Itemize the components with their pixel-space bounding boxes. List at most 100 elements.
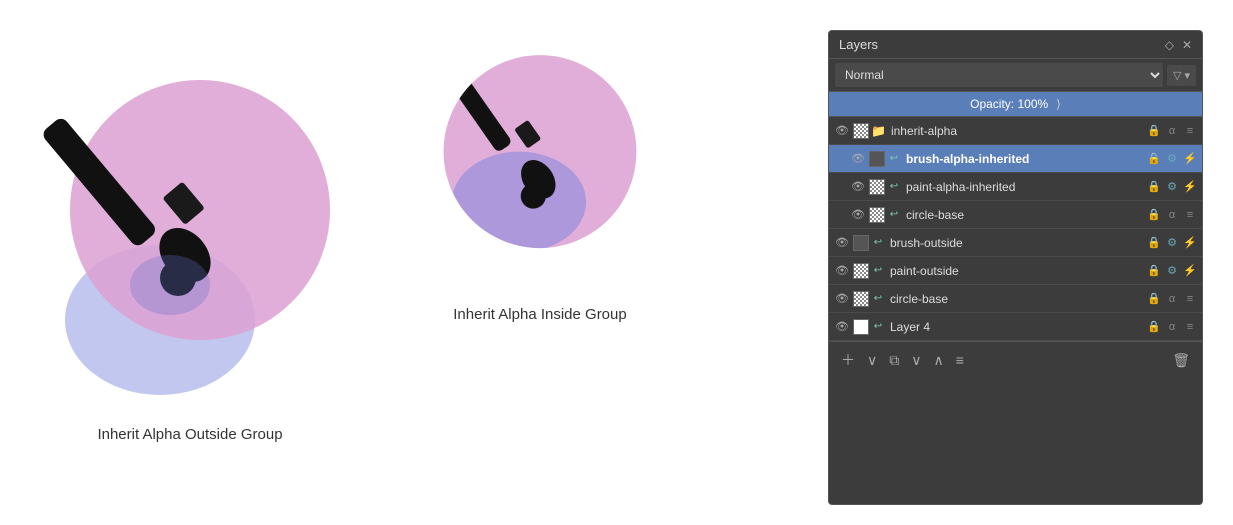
alpha-icon-0: α	[1164, 123, 1180, 139]
toolbar-left: ＋ ∨ ⧉ ∨ ∧ ≡	[837, 348, 968, 372]
move-down-button[interactable]: ∨	[907, 350, 925, 371]
layer-actions-5: 🔒 ⚙ ⚡	[1146, 263, 1198, 279]
panel-settings-icon[interactable]: ◇	[1165, 38, 1174, 52]
layer-actions-2: 🔒 ⚙ ⚡	[1146, 179, 1198, 195]
move-up-button[interactable]: ∧	[930, 350, 948, 371]
layer-name-1: brush-alpha-inherited	[906, 152, 1144, 166]
right-svg	[410, 30, 670, 290]
panel-header-icons: ◇ ✕	[1165, 38, 1192, 52]
fx-icon-1: ⚙	[1164, 151, 1180, 167]
thumb-6	[853, 291, 869, 307]
inherit-icon-7: ↩	[871, 320, 885, 334]
panel-toolbar: ＋ ∨ ⧉ ∨ ∧ ≡ 🗑	[829, 341, 1202, 378]
right-canvas	[410, 30, 670, 290]
layers-panel: Layers ◇ ✕ Normal Multiply Screen Overla…	[828, 30, 1203, 505]
panel-close-icon[interactable]: ✕	[1182, 38, 1192, 52]
add-chevron-button[interactable]: ∨	[863, 350, 881, 371]
thumb-3	[869, 207, 885, 223]
ref-icon-2: ⚡	[1182, 179, 1198, 195]
visibility-icon-3[interactable]: 👁	[849, 206, 867, 224]
layer-name-6: circle-base	[890, 292, 1144, 306]
add-layer-button[interactable]: ＋	[837, 348, 859, 372]
layer-row-brush-alpha-inherited[interactable]: 👁 ↩ brush-alpha-inherited 🔒 ⚙ ⚡	[829, 145, 1202, 173]
fx-icon-0: ≡	[1182, 123, 1198, 139]
toolbar-right: 🗑	[1168, 350, 1194, 371]
lock-icon-6: 🔒	[1146, 291, 1162, 307]
inherit-icon-1: ↩	[887, 152, 901, 166]
inherit-icon-3: ↩	[887, 208, 901, 222]
thumb-1	[869, 151, 885, 167]
layer-row-paint-outside[interactable]: 👁 ↩ paint-outside 🔒 ⚙ ⚡	[829, 257, 1202, 285]
visibility-icon-1[interactable]: 👁	[849, 150, 867, 168]
illustrations-area: Inherit Alpha Outside Group	[30, 20, 788, 505]
visibility-icon-6[interactable]: 👁	[833, 290, 851, 308]
blend-mode-select[interactable]: Normal Multiply Screen Overlay	[835, 63, 1163, 87]
blend-mode-row: Normal Multiply Screen Overlay ▽ ▾	[829, 59, 1202, 92]
duplicate-layer-button[interactable]: ⧉	[885, 350, 903, 371]
fx-icon-5: ⚙	[1164, 263, 1180, 279]
layer-row-circle-base-2[interactable]: 👁 ↩ circle-base 🔒 α ≡	[829, 285, 1202, 313]
layer-settings-button[interactable]: ≡	[952, 350, 968, 370]
left-svg	[30, 30, 350, 410]
layer-name-5: paint-outside	[890, 264, 1144, 278]
right-illustration: Inherit Alpha Inside Group	[410, 30, 670, 323]
inherit-icon-2: ↩	[887, 180, 901, 194]
lock-icon-7: 🔒	[1146, 319, 1162, 335]
layer-name-7: Layer 4	[890, 320, 1144, 334]
left-caption: Inherit Alpha Outside Group	[97, 426, 282, 443]
layer-row-brush-outside[interactable]: 👁 ↩ brush-outside 🔒 ⚙ ⚡	[829, 229, 1202, 257]
visibility-icon-2[interactable]: 👁	[849, 178, 867, 196]
fx-icon-7: ≡	[1182, 319, 1198, 335]
layer-actions-3: 🔒 α ≡	[1146, 207, 1198, 223]
lock-icon-0: 🔒	[1146, 123, 1162, 139]
ref-icon-4: ⚡	[1182, 235, 1198, 251]
alpha-icon-6: α	[1164, 291, 1180, 307]
opacity-arrow[interactable]: ⟩	[1056, 97, 1061, 111]
inherit-icon-5: ↩	[871, 264, 885, 278]
thumb-2	[869, 179, 885, 195]
fx-icon-3: ≡	[1182, 207, 1198, 223]
fx-icon-4: ⚙	[1164, 235, 1180, 251]
alpha-icon-7: α	[1164, 319, 1180, 335]
alpha-icon-3: α	[1164, 207, 1180, 223]
layer-actions-4: 🔒 ⚙ ⚡	[1146, 235, 1198, 251]
lock-icon-3: 🔒	[1146, 207, 1162, 223]
fx-icon-6: ≡	[1182, 291, 1198, 307]
main-container: Inherit Alpha Outside Group	[0, 0, 1233, 525]
lock-icon-4: 🔒	[1146, 235, 1162, 251]
layer-name-0: inherit-alpha	[891, 124, 1144, 138]
visibility-icon-7[interactable]: 👁	[833, 318, 851, 336]
left-illustration: Inherit Alpha Outside Group	[30, 30, 350, 443]
layer-actions-7: 🔒 α ≡	[1146, 319, 1198, 335]
lock-icon-1: 🔒	[1146, 151, 1162, 167]
inherit-icon-4: ↩	[871, 236, 885, 250]
left-canvas	[30, 30, 350, 410]
thumb-7	[853, 319, 869, 335]
layer-actions-0: 🔒 α ≡	[1146, 123, 1198, 139]
panel-title: Layers	[839, 37, 878, 52]
lock-icon-5: 🔒	[1146, 263, 1162, 279]
opacity-label: Opacity: 100%	[970, 97, 1048, 111]
layer-name-2: paint-alpha-inherited	[906, 180, 1144, 194]
layer-row-inherit-alpha[interactable]: 👁 📁 inherit-alpha 🔒 α ≡	[829, 117, 1202, 145]
thumb-5	[853, 263, 869, 279]
delete-layer-button[interactable]: 🗑	[1168, 350, 1194, 371]
layer-actions-1: 🔒 ⚙ ⚡	[1146, 151, 1198, 167]
layer-row-paint-alpha-inherited[interactable]: 👁 ↩ paint-alpha-inherited 🔒 ⚙ ⚡	[829, 173, 1202, 201]
ref-icon-1: ⚡	[1182, 151, 1198, 167]
inherit-icon-6: ↩	[871, 292, 885, 306]
filter-button[interactable]: ▽ ▾	[1167, 65, 1196, 86]
ref-icon-5: ⚡	[1182, 263, 1198, 279]
visibility-icon-4[interactable]: 👁	[833, 234, 851, 252]
layer-row-layer4[interactable]: 👁 ↩ Layer 4 🔒 α ≡	[829, 313, 1202, 341]
opacity-row: Opacity: 100% ⟩	[829, 92, 1202, 117]
folder-icon-0: 📁	[871, 124, 886, 138]
layer-row-circle-base-1[interactable]: 👁 ↩ circle-base 🔒 α ≡	[829, 201, 1202, 229]
visibility-icon-5[interactable]: 👁	[833, 262, 851, 280]
panel-header: Layers ◇ ✕	[829, 31, 1202, 59]
layer-name-3: circle-base	[906, 208, 1144, 222]
lock-icon-2: 🔒	[1146, 179, 1162, 195]
layer-name-4: brush-outside	[890, 236, 1144, 250]
visibility-icon-0[interactable]: 👁	[833, 122, 851, 140]
layer-actions-6: 🔒 α ≡	[1146, 291, 1198, 307]
